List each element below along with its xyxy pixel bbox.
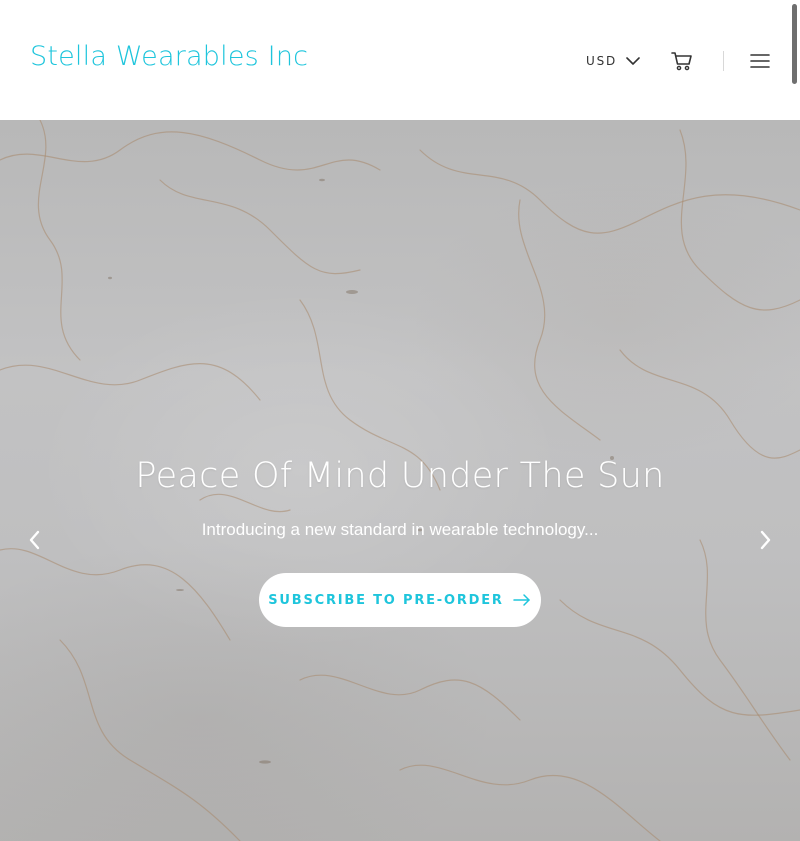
cart-button[interactable]: [669, 48, 695, 74]
hamburger-menu-icon: [750, 54, 770, 68]
site-header: Stella Wearables Inc USD: [0, 0, 800, 120]
slide-prev-button[interactable]: [23, 527, 47, 553]
chevron-right-icon: [760, 530, 771, 550]
page-scrollbar[interactable]: [792, 4, 797, 84]
menu-button[interactable]: [748, 50, 772, 72]
chevron-left-icon: [29, 530, 40, 550]
header-divider: [723, 51, 724, 71]
arrow-right-icon: [513, 594, 530, 606]
brand-logo[interactable]: Stella Wearables Inc: [30, 41, 308, 72]
currency-label: USD: [586, 54, 618, 68]
cta-label: SUBSCRIBE TO PRE-ORDER: [268, 592, 504, 608]
slide-next-button[interactable]: [753, 527, 777, 553]
hero-slideshow: Peace Of Mind Under The Sun Introducing …: [0, 120, 800, 841]
cart-icon: [671, 52, 692, 71]
hero-title: Peace Of Mind Under The Sun: [135, 456, 665, 496]
currency-selector[interactable]: USD: [586, 50, 641, 72]
subscribe-preorder-button[interactable]: SUBSCRIBE TO PRE-ORDER: [259, 573, 541, 627]
hero-subtitle: Introducing a new standard in wearable t…: [201, 520, 599, 539]
chevron-down-icon: [626, 57, 640, 65]
